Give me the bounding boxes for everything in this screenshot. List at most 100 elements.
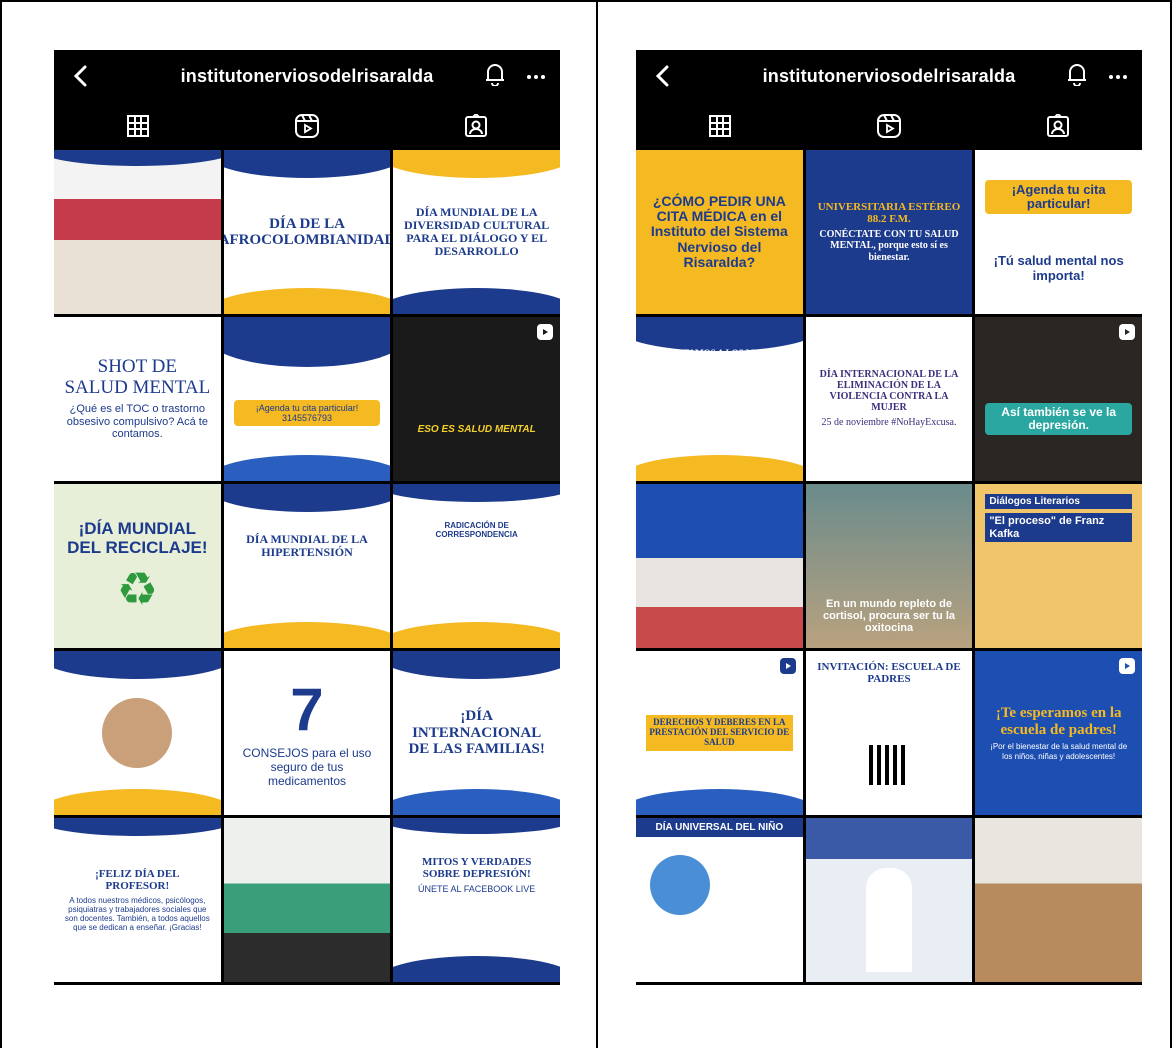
post-photo (224, 818, 391, 982)
post-tile[interactable]: ESO ES SALUD MENTAL (393, 317, 560, 481)
reels-icon (536, 323, 554, 341)
post-tile[interactable]: INVITACIÓN: ESCUELA DE PADRES (805, 651, 973, 815)
post-tile[interactable]: SHOT DE SALUD MENTAL ¿Qué es el TOC o tr… (54, 317, 221, 481)
post-tile[interactable]: ¡FELIZ DÍA DEL PROFESOR! A todos nuestro… (54, 818, 221, 982)
post-tile[interactable] (223, 818, 391, 982)
post-photo (975, 818, 1142, 982)
post-tile[interactable]: ¡FELICITAMOS A LOS MEJORES COLABORADORES… (636, 317, 803, 481)
post-title: DÍA DE LA AFROCOLOMBIANIDAD (223, 215, 391, 249)
post-tile[interactable]: ¡DÍA INTERNACIONAL DE LAS FAMILIAS! (393, 651, 560, 815)
post-title: En un mundo repleto de cortisol, procura… (822, 597, 956, 635)
reels-icon (1118, 657, 1136, 675)
post-title: DÍA MUNDIAL DE LA HIPERTENSIÓN (246, 531, 368, 559)
posts-grid: ¿CÓMO PEDIR UNA CITA MÉDICA en el Instit… (636, 150, 1142, 985)
person-photo (102, 698, 173, 768)
post-title: DÍA UNIVERSAL DEL NIÑO (636, 818, 803, 837)
person-photo (865, 868, 912, 972)
post-title: DÍA INTERNACIONAL DE LA ELIMINACIÓN DE L… (819, 369, 959, 414)
post-tile[interactable]: Así también se ve la depresión. (975, 317, 1142, 481)
post-subtitle: "El proceso" de Franz Kafka (985, 513, 1132, 543)
post-title: ¡DÍA MUNDIAL DEL RECICLAJE! (67, 519, 208, 557)
post-tile[interactable] (636, 484, 803, 648)
post-tile[interactable]: ¡DÍA MUNDIAL DEL RECICLAJE! ♻ (54, 484, 221, 648)
profile-header: institutonerviosodelrisaralda (636, 50, 1142, 102)
post-title: ¿NECESITAS AYUDA CON PSICOLOGÍA? (238, 371, 376, 396)
frame-border-left (0, 0, 2, 1048)
grid-icon[interactable] (118, 106, 158, 146)
post-title: ¡Te esperamos en la escuela de padres! (995, 705, 1122, 738)
back-icon[interactable] (650, 64, 674, 88)
tagged-icon[interactable] (456, 106, 496, 146)
post-title: DÍA MUNDIAL DE LA DIVERSIDAD CULTURAL PA… (404, 204, 550, 259)
post-title: DERECHOS Y DEBERES EN LA PRESTACIÓN DEL … (646, 715, 793, 751)
qr-code (868, 745, 909, 786)
post-subtitle: ¡Por el bienestar de la salud mental de … (990, 742, 1128, 761)
more-icon[interactable] (526, 67, 546, 85)
post-title: UNIVERSITARIA ESTÉREO 88.2 F.M. (817, 200, 961, 225)
tagged-icon[interactable] (1038, 106, 1078, 146)
post-tile[interactable]: En un mundo repleto de cortisol, procura… (805, 484, 973, 648)
post-tile[interactable]: DÍA UNIVERSAL DEL NIÑO (636, 818, 803, 982)
post-subtitle: ¡Tú salud mental nos importa! (993, 253, 1124, 284)
post-photo (54, 150, 221, 314)
post-title: Así también se ve la depresión. (985, 402, 1132, 436)
post-tile[interactable]: DERECHOS Y DEBERES EN LA PRESTACIÓN DEL … (636, 651, 803, 815)
right-phone-screen: institutonerviosodelrisaralda ¿CÓMO PEDI… (636, 50, 1142, 985)
post-title: ¡Agenda tu cita particular! (985, 179, 1132, 215)
post-title: ¡FELICITAMOS A LOS MEJORES COLABORADORES… (649, 348, 790, 378)
post-tile[interactable]: ¿NECESITAS AYUDA CON PSICOLOGÍA? ¡Agenda… (223, 317, 391, 481)
post-title: ESO ES SALUD MENTAL (417, 423, 536, 435)
recycle-icon: ♻ (116, 562, 158, 615)
post-tile[interactable]: UNIVERSITARIA ESTÉREO 88.2 F.M. CONÉCTAT… (805, 150, 973, 314)
post-tile[interactable]: RADICACIÓN DE CORRESPONDENCIA (393, 484, 560, 648)
post-subtitle: CONSEJOS para el uso seguro de tus medic… (242, 746, 372, 788)
post-tile[interactable]: ¡Te esperamos en la escuela de padres! ¡… (975, 651, 1142, 815)
frame-divider (596, 0, 598, 1048)
post-tile[interactable]: DÍA MUNDIAL DE LA HIPERTENSIÓN (223, 484, 391, 648)
post-title: SHOT DE SALUD MENTAL (64, 356, 211, 399)
bell-icon[interactable] (484, 62, 506, 91)
left-phone-screen: institutonerviosodelrisaralda DÍA DE LA … (54, 50, 560, 985)
post-title: 7 (290, 676, 324, 744)
grid-icon[interactable] (700, 106, 740, 146)
post-tile[interactable]: Diálogos Literarios "El proceso" de Fran… (975, 484, 1142, 648)
post-tile[interactable] (975, 818, 1142, 982)
frame-border-top (0, 0, 1172, 2)
more-icon[interactable] (1108, 67, 1128, 85)
back-icon[interactable] (68, 64, 92, 88)
post-subtitle: CONÉCTATE CON TU SALUD MENTAL, porque es… (819, 228, 959, 263)
post-title: INVITACIÓN: ESCUELA DE PADRES (817, 661, 961, 686)
post-tile[interactable]: 7 CONSEJOS para el uso seguro de tus med… (223, 651, 391, 815)
post-subtitle: ¿Qué es el TOC o trastorno obsesivo comp… (66, 402, 208, 441)
profile-tabs (54, 102, 560, 150)
posts-grid: DÍA DE LA AFROCOLOMBIANIDAD DÍA MUNDIAL … (54, 150, 560, 985)
post-tile[interactable]: DÍA MUNDIAL DE LA DIVERSIDAD CULTURAL PA… (393, 150, 560, 314)
post-title: ¡FELIZ DÍA DEL PROFESOR! (95, 867, 180, 892)
post-title: Diálogos Literarios (985, 494, 1132, 509)
reels-icon (779, 657, 797, 675)
post-tile[interactable] (54, 150, 221, 314)
post-photo (636, 484, 803, 648)
post-tile[interactable]: ¿CÓMO PEDIR UNA CITA MÉDICA en el Instit… (636, 150, 803, 314)
post-tile[interactable]: DÍA DE LA AFROCOLOMBIANIDAD (223, 150, 391, 314)
post-tile[interactable]: DÍA INTERNACIONAL DE LA ELIMINACIÓN DE L… (805, 317, 973, 481)
post-tile[interactable]: MITOS Y VERDADES SOBRE DEPRESIÓN! ÚNETE … (393, 818, 560, 982)
bell-icon[interactable] (1066, 62, 1088, 91)
post-tile[interactable] (54, 651, 221, 815)
profile-tabs (636, 102, 1142, 150)
globe-icon (650, 855, 710, 915)
post-subtitle: 25 de noviembre #NoHayExcusa. (821, 417, 957, 429)
post-title: ¡DÍA INTERNACIONAL DE LAS FAMILIAS! (408, 708, 545, 758)
post-title: ¿CÓMO PEDIR UNA CITA MÉDICA en el Instit… (650, 192, 788, 271)
reels-icon (1118, 323, 1136, 341)
post-subtitle: A todos nuestros médicos, psicólogos, ps… (64, 895, 210, 933)
reels-icon[interactable] (869, 106, 909, 146)
reels-icon[interactable] (287, 106, 327, 146)
post-title: MITOS Y VERDADES SOBRE DEPRESIÓN! (421, 855, 532, 880)
post-title: RADICACIÓN DE CORRESPONDENCIA (435, 521, 518, 539)
profile-header: institutonerviosodelrisaralda (54, 50, 560, 102)
post-subtitle: ÚNETE AL FACEBOOK LIVE (418, 883, 536, 894)
post-tile[interactable]: ¡Agenda tu cita particular! ¡Tú salud me… (975, 150, 1142, 314)
post-tile[interactable] (805, 818, 973, 982)
post-subtitle: ¡Agenda tu cita particular! 3145576793 (233, 399, 381, 427)
